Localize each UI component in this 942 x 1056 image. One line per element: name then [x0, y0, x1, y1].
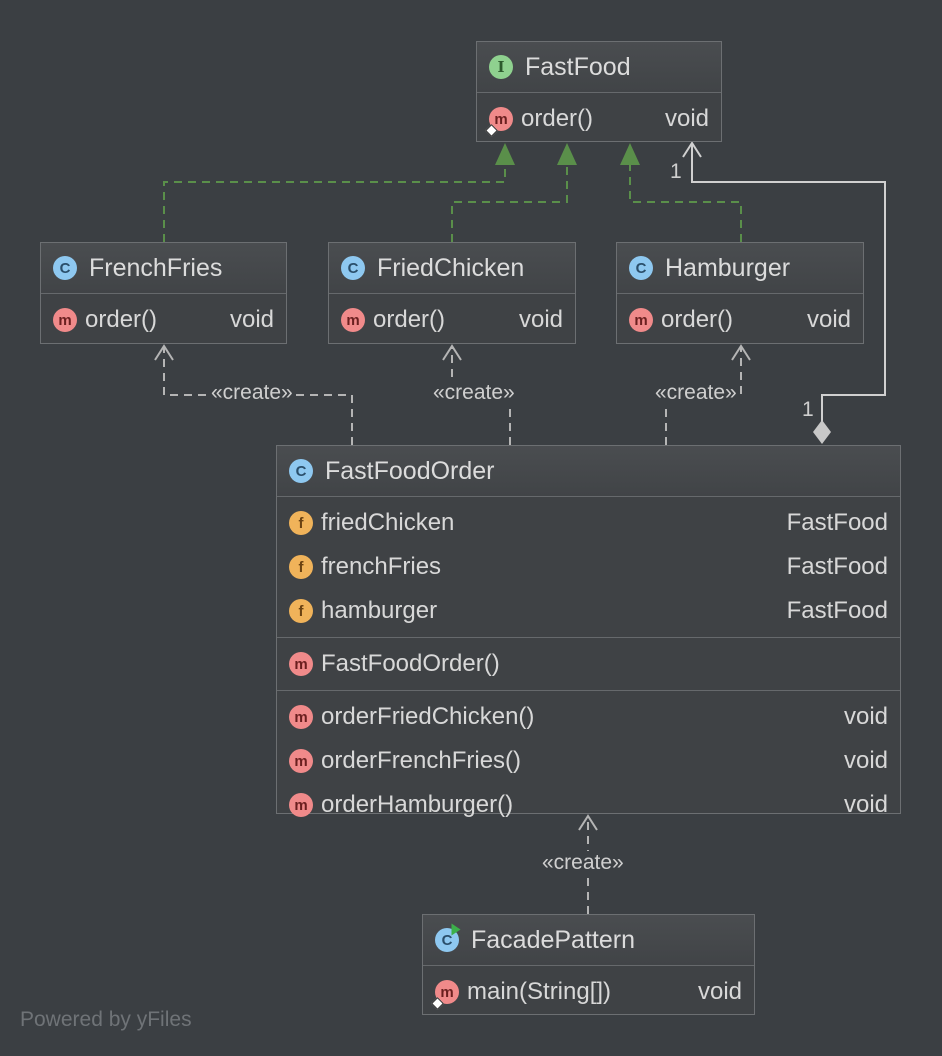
method-name: order()	[661, 306, 734, 333]
field-icon: f	[289, 511, 313, 535]
method-icon: m	[289, 705, 313, 729]
method-type: void	[843, 747, 888, 774]
method-type: void	[806, 306, 851, 333]
node-title: FastFoodOrder	[325, 456, 495, 485]
class-icon: C	[629, 256, 653, 280]
static-method-icon: m	[431, 980, 459, 1010]
realization-hamburger	[629, 162, 742, 242]
method-row: m orderHamburger() void	[277, 783, 900, 827]
constructor-row: m FastFoodOrder()	[277, 642, 900, 686]
node-title: FastFood	[525, 52, 631, 81]
node-fastfood[interactable]: I FastFood m order() void	[476, 41, 722, 142]
realization-arrow-2	[557, 143, 577, 165]
class-icon: C	[53, 256, 77, 280]
method-name: main(String[])	[467, 978, 612, 1005]
multiplicity-bottom: 1	[802, 398, 814, 421]
method-type: void	[843, 791, 888, 818]
method-icon: m	[53, 308, 77, 332]
fields-section: f friedChicken FastFood f frenchFries Fa…	[277, 497, 900, 638]
method-icon: m	[289, 652, 313, 676]
field-name: hamburger	[321, 597, 438, 624]
multiplicity-top: 1	[670, 160, 682, 183]
node-facadepattern[interactable]: C FacadePattern m main(String[]) void	[422, 914, 755, 1015]
constructor-name: FastFoodOrder()	[321, 650, 500, 677]
method-icon: m	[629, 308, 653, 332]
field-row: f friedChicken FastFood	[277, 501, 900, 545]
method-row: m order() void	[617, 298, 863, 342]
node-friedchicken[interactable]: C FriedChicken m order() void	[328, 242, 576, 344]
node-header: C FrenchFries	[41, 243, 286, 294]
node-header: C FacadePattern	[423, 915, 754, 966]
abstract-method-icon: m	[485, 107, 513, 137]
node-header: I FastFood	[477, 42, 721, 93]
method-name: order()	[521, 105, 594, 132]
method-name: orderFrenchFries()	[321, 747, 522, 774]
method-icon: m	[341, 308, 365, 332]
field-type: FastFood	[786, 553, 888, 580]
method-type: void	[664, 105, 709, 132]
create-label-2: «create»	[432, 381, 516, 405]
method-name: orderFriedChicken()	[321, 703, 535, 730]
node-title: FacadePattern	[471, 925, 635, 954]
field-name: friedChicken	[321, 509, 455, 536]
method-name: orderHamburger()	[321, 791, 514, 818]
method-row: m orderFrenchFries() void	[277, 739, 900, 783]
method-icon: m	[289, 793, 313, 817]
method-type: void	[518, 306, 563, 333]
create-label-1: «create»	[210, 381, 294, 405]
field-row: f frenchFries FastFood	[277, 545, 900, 589]
method-row: m order() void	[477, 97, 721, 141]
watermark: Powered by yFiles	[20, 1008, 192, 1031]
method-row: m order() void	[329, 298, 575, 342]
method-type: void	[229, 306, 274, 333]
field-type: FastFood	[786, 509, 888, 536]
realization-frenchfries	[163, 162, 506, 242]
interface-icon: I	[489, 55, 513, 79]
field-icon: f	[289, 555, 313, 579]
field-type: FastFood	[786, 597, 888, 624]
create-label-3: «create»	[654, 381, 738, 405]
node-title: Hamburger	[665, 253, 791, 282]
node-header: C FastFoodOrder	[277, 446, 900, 497]
composition-diamond	[813, 420, 831, 444]
method-row: m order() void	[41, 298, 286, 342]
field-name: frenchFries	[321, 553, 442, 580]
class-icon: C	[341, 256, 365, 280]
realization-friedchicken	[451, 162, 568, 242]
node-fastfoodorder[interactable]: C FastFoodOrder f friedChicken FastFood …	[276, 445, 901, 818]
node-header: C FriedChicken	[329, 243, 575, 294]
field-icon: f	[289, 599, 313, 623]
constructors-section: m FastFoodOrder()	[277, 638, 900, 691]
node-frenchfries[interactable]: C FrenchFries m order() void	[40, 242, 287, 344]
method-icon: m	[289, 749, 313, 773]
node-title: FrenchFries	[89, 253, 223, 282]
method-name: order()	[373, 306, 446, 333]
method-type: void	[843, 703, 888, 730]
method-row: m main(String[]) void	[423, 970, 754, 1014]
method-type: void	[697, 978, 742, 1005]
method-row: m orderFriedChicken() void	[277, 695, 900, 739]
runnable-class-icon: C	[435, 923, 461, 952]
node-title: FriedChicken	[377, 253, 525, 282]
methods-section: m orderFriedChicken() void m orderFrench…	[277, 691, 900, 831]
node-hamburger[interactable]: C Hamburger m order() void	[616, 242, 864, 344]
node-header: C Hamburger	[617, 243, 863, 294]
create-label-4: «create»	[541, 851, 625, 875]
class-icon: C	[289, 459, 313, 483]
field-row: f hamburger FastFood	[277, 589, 900, 633]
method-name: order()	[85, 306, 158, 333]
realization-arrow-1	[495, 143, 515, 165]
realization-arrow-3	[620, 143, 640, 165]
